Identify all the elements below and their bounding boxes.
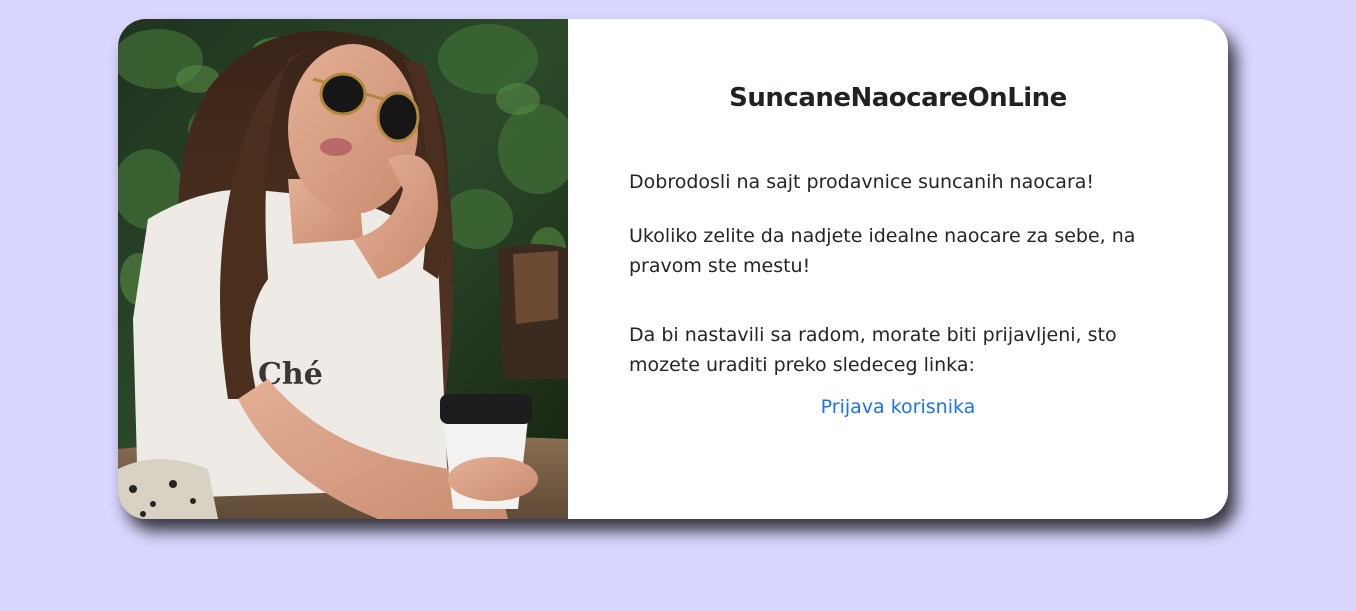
login-link[interactable]: Prijava korisnika xyxy=(568,396,1228,418)
welcome-card: Ché SuncaneNaocareOnLine Dobrodosli na s… xyxy=(118,19,1228,519)
site-title: SuncaneNaocareOnLine xyxy=(729,83,1067,113)
welcome-text: Dobrodosli na sajt prodavnice suncanih n… xyxy=(629,171,1095,193)
woman-sunglasses-image: Ché xyxy=(118,19,568,519)
intro-text: Ukoliko zelite da nadjete idealne naocar… xyxy=(629,225,1136,277)
welcome-content: SuncaneNaocareOnLine Dobrodosli na sajt … xyxy=(568,19,1228,519)
hero-photo: Ché xyxy=(118,19,568,519)
login-prompt-text: Da bi nastavili sa radom, morate biti pr… xyxy=(629,324,1117,376)
